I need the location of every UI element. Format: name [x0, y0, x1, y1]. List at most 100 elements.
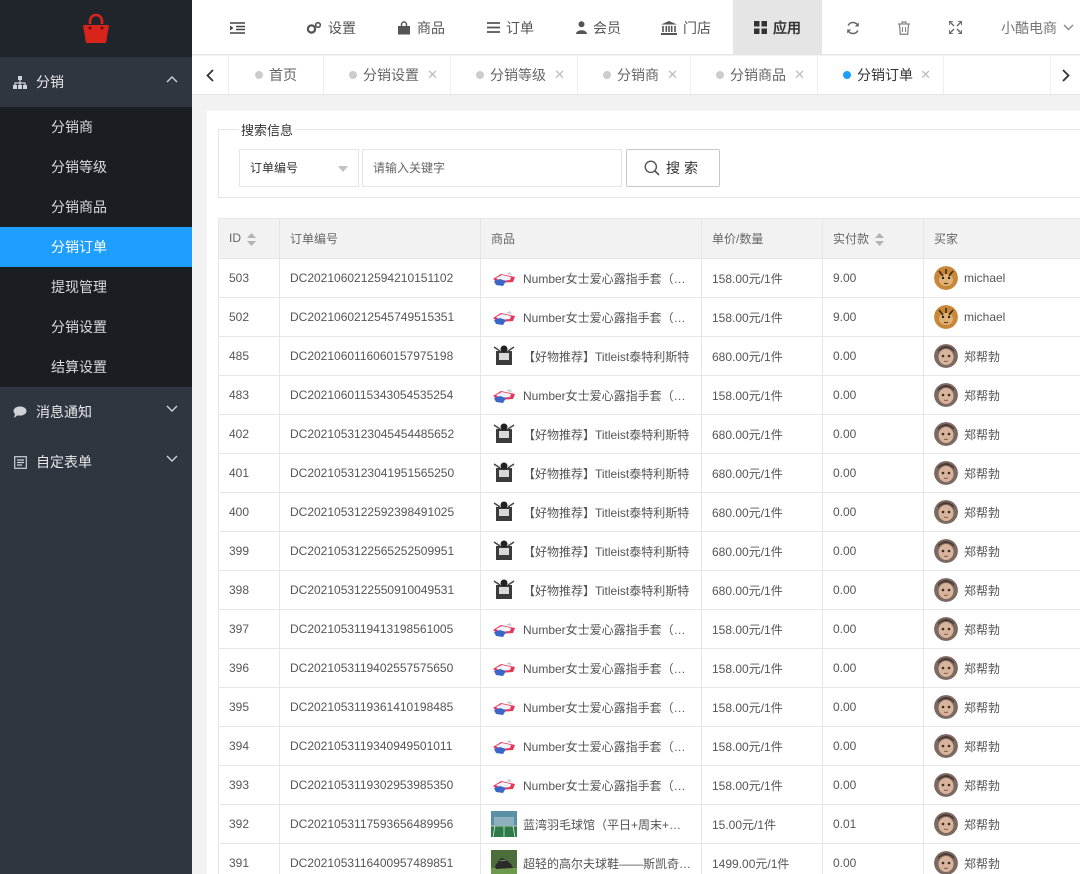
tab-distribution-settings[interactable]: 分销设置 ✕: [324, 56, 451, 94]
nav-group-forms[interactable]: 自定表单: [0, 437, 192, 487]
table-row[interactable]: 393 DC2021053119302953985350 Number女士爱心露指手…: [218, 765, 1080, 805]
buyer-name: 郑帮勃: [964, 388, 1001, 403]
sidebar-item-settings[interactable]: 分销设置: [0, 307, 192, 347]
page-tabs-bar: 首页 分销设置 ✕ 分销等级 ✕ 分销商 ✕ 分销商品 ✕ 分销订单 ✕: [192, 56, 1080, 95]
buyer-name: 郑帮勃: [964, 622, 1001, 637]
sidebar-item-distributor[interactable]: 分销商: [0, 107, 192, 147]
sidebar-item-level[interactable]: 分销等级: [0, 147, 192, 187]
buyer-avatar: [934, 422, 958, 446]
tabs-scroll-left-button[interactable]: [192, 56, 229, 94]
sidebar-item-goods[interactable]: 分销商品: [0, 187, 192, 227]
topnav-orders[interactable]: 订单: [487, 0, 534, 55]
buyer-avatar: [934, 812, 958, 836]
user-icon: [576, 21, 587, 34]
goods-info: 蓝湾羽毛球馆（平日+周末+…: [491, 811, 691, 837]
table-row[interactable]: 395 DC2021053119361410198485 Number女士爱心露指手…: [218, 687, 1080, 727]
cell-paid: 0.00: [822, 492, 924, 532]
tab-label: 分销订单: [857, 67, 913, 83]
topnav-apps[interactable]: 应用: [733, 0, 822, 55]
buyer-name: 郑帮勃: [964, 427, 1001, 442]
tab-close-icon[interactable]: ✕: [427, 67, 438, 83]
cell-price-qty: 158.00元/1件: [701, 648, 823, 688]
table-row[interactable]: 391 DC2021053116400957489851 超轻的高尔夫球鞋——斯凯奇…: [218, 843, 1080, 874]
cell-price-qty: 158.00元/1件: [701, 609, 823, 649]
shop-menu[interactable]: 小酷电商: [1001, 0, 1074, 55]
table-row[interactable]: 398 DC2021053122550910049531 【好物推荐】Titleis…: [218, 570, 1080, 610]
tab-close-icon[interactable]: ✕: [554, 67, 565, 83]
search-field-select[interactable]: 订单编号: [239, 149, 359, 187]
cell-buyer: michael: [923, 258, 1080, 298]
cell-buyer: 郑帮勃: [923, 687, 1080, 727]
table-row[interactable]: 485 DC2021060116060157975198 【好物推荐】Titleis…: [218, 336, 1080, 376]
sidebar-item-orders[interactable]: 分销订单: [0, 227, 192, 267]
cell-buyer: 郑帮勃: [923, 414, 1080, 454]
table-row[interactable]: 503 DC2021060212594210151102 Number女士爱心露指手…: [218, 258, 1080, 298]
table-row[interactable]: 392 DC2021053117593656489956 蓝湾羽毛球馆（平日+周末+…: [218, 804, 1080, 844]
tab-distribution-orders[interactable]: 分销订单 ✕: [818, 56, 944, 94]
nav-group-messages[interactable]: 消息通知: [0, 387, 192, 437]
col-id-header[interactable]: ID: [218, 218, 280, 259]
chevron-down-icon: [1063, 24, 1074, 31]
buyer-name: 郑帮勃: [964, 661, 1001, 676]
refresh-button[interactable]: [846, 0, 860, 55]
cell-order-no: DC2021060212545749515351: [279, 297, 481, 337]
buyer-avatar: [934, 851, 958, 874]
table-row[interactable]: 483 DC2021060115343054535254 Number女士爱心露指手…: [218, 375, 1080, 415]
sidebar: 分销 分销商 分销等级 分销商品 分销订单 提现管理 分销设置 结算设置 消息通…: [0, 0, 192, 874]
sidebar-item-withdraw[interactable]: 提现管理: [0, 267, 192, 307]
table-row[interactable]: 400 DC2021053122592398491025 【好物推荐】Titleis…: [218, 492, 1080, 532]
buyer-name: 郑帮勃: [964, 778, 1001, 793]
tabs-scroll-right-button[interactable]: [1050, 56, 1080, 94]
cell-paid: 0.00: [822, 570, 924, 610]
cell-price-qty: 158.00元/1件: [701, 726, 823, 766]
tab-home[interactable]: 首页: [230, 56, 324, 94]
goods-info: 【好物推荐】Titleist泰特利斯特: [491, 577, 691, 603]
cell-order-no: DC2021053122565252509951: [279, 531, 481, 571]
cell-buyer: 郑帮勃: [923, 804, 1080, 844]
topnav-settings[interactable]: 设置: [306, 0, 356, 55]
buyer-name: 郑帮勃: [964, 349, 1001, 364]
tab-close-icon[interactable]: ✕: [920, 67, 931, 83]
cell-buyer: 郑帮勃: [923, 375, 1080, 415]
tab-distributor[interactable]: 分销商 ✕: [578, 56, 691, 94]
cell-goods: 【好物推荐】Titleist泰特利斯特: [480, 531, 702, 571]
topnav-goods[interactable]: 商品: [397, 0, 445, 55]
logo[interactable]: [0, 0, 192, 57]
clear-cache-button[interactable]: [898, 0, 910, 55]
sidebar-toggle-button[interactable]: [230, 0, 245, 55]
sort-icon[interactable]: [247, 232, 256, 246]
col-label: 实付款: [833, 232, 870, 246]
table-row[interactable]: 397 DC2021053119413198561005 Number女士爱心露指手…: [218, 609, 1080, 649]
buyer-name: 郑帮勃: [964, 583, 1001, 598]
table-row[interactable]: 396 DC2021053119402557575650 Number女士爱心露指手…: [218, 648, 1080, 688]
keyword-input[interactable]: [362, 149, 622, 187]
topnav-members[interactable]: 会员: [576, 0, 621, 55]
tab-dot: [716, 71, 724, 79]
goods-name: 超轻的高尔夫球鞋——斯凯奇…: [523, 856, 691, 871]
table-row[interactable]: 394 DC2021053119340949501011 Number女士爱心露指手…: [218, 726, 1080, 766]
fullscreen-button[interactable]: [949, 0, 962, 55]
cell-paid: 0.00: [822, 648, 924, 688]
sort-icon[interactable]: [875, 233, 885, 247]
table-row[interactable]: 502 DC2021060212545749515351 Number女士爱心露指手…: [218, 297, 1080, 337]
table-row[interactable]: 399 DC2021053122565252509951 【好物推荐】Titleis…: [218, 531, 1080, 571]
goods-info: Number女士爱心露指手套（…: [491, 772, 691, 798]
col-paid-header[interactable]: 实付款: [822, 218, 924, 259]
sidebar-item-settlement[interactable]: 结算设置: [0, 347, 192, 387]
cell-goods: 蓝湾羽毛球馆（平日+周末+…: [480, 804, 702, 844]
buyer-info: michael: [934, 305, 1078, 329]
table-row[interactable]: 401 DC2021053123041951565250 【好物推荐】Titleis…: [218, 453, 1080, 493]
nav-group-distribution[interactable]: 分销: [0, 57, 192, 107]
cell-buyer: 郑帮勃: [923, 453, 1080, 493]
topnav-stores[interactable]: 门店: [661, 0, 711, 55]
cell-id: 391: [218, 843, 280, 874]
tab-dot: [603, 71, 611, 79]
table-row[interactable]: 402 DC2021053123045454485652 【好物推荐】Titleis…: [218, 414, 1080, 454]
search-button[interactable]: 搜索: [626, 149, 720, 187]
goods-name: Number女士爱心露指手套（…: [523, 661, 686, 676]
tab-close-icon[interactable]: ✕: [794, 67, 805, 83]
tab-distribution-goods[interactable]: 分销商品 ✕: [691, 56, 818, 94]
tab-distribution-level[interactable]: 分销等级 ✕: [451, 56, 578, 94]
tab-close-icon[interactable]: ✕: [667, 67, 678, 83]
goods-info: 【好物推荐】Titleist泰特利斯特: [491, 499, 691, 525]
